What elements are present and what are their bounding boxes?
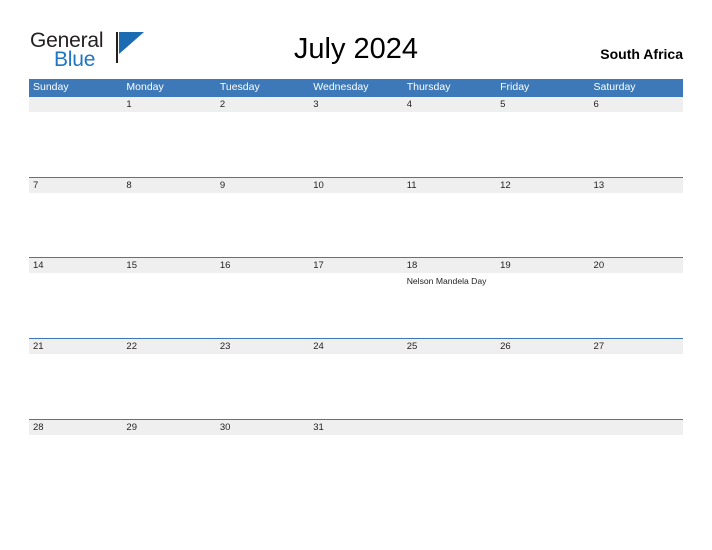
day-of-week-tuesday: Tuesday — [219, 81, 260, 93]
day-event[interactable] — [122, 193, 215, 257]
day-of-week-thursday: Thursday — [406, 81, 451, 93]
day-number[interactable]: 26 — [496, 339, 589, 354]
day-event[interactable] — [216, 273, 309, 337]
day-event[interactable]: Nelson Mandela Day — [403, 273, 496, 337]
day-number[interactable]: 28 — [29, 420, 122, 435]
day-event[interactable] — [590, 435, 683, 499]
day-event[interactable] — [216, 112, 309, 176]
day-number[interactable]: 17 — [309, 258, 402, 273]
day-event[interactable] — [216, 354, 309, 418]
week-event-band — [29, 112, 683, 176]
day-event[interactable] — [309, 273, 402, 337]
week-row: 28 29 30 31 — [29, 418, 683, 500]
day-of-week-wednesday: Wednesday — [313, 81, 369, 93]
day-event[interactable] — [496, 112, 589, 176]
week-day-number-band: 7 8 9 10 11 12 13 — [29, 177, 683, 193]
day-number[interactable]: 25 — [403, 339, 496, 354]
week-day-number-band: 28 29 30 31 — [29, 419, 683, 435]
calendar-page: General Blue July 2024 South Africa Sund… — [0, 0, 712, 550]
day-number[interactable]: 31 — [309, 420, 402, 435]
day-event[interactable] — [122, 273, 215, 337]
day-number[interactable]: 5 — [496, 97, 589, 112]
day-number[interactable]: 18 — [403, 258, 496, 273]
day-event[interactable] — [29, 354, 122, 418]
week-event-band: Nelson Mandela Day — [29, 273, 683, 338]
day-of-week-friday: Friday — [500, 81, 530, 93]
day-event[interactable] — [309, 193, 402, 257]
day-number[interactable]: 12 — [496, 178, 589, 193]
week-event-band — [29, 354, 683, 419]
day-number[interactable] — [496, 420, 589, 435]
day-number[interactable]: 7 — [29, 178, 122, 193]
day-event[interactable] — [309, 354, 402, 418]
day-number[interactable]: 2 — [216, 97, 309, 112]
country-label: South Africa — [600, 46, 683, 62]
page-header: General Blue July 2024 South Africa — [0, 0, 712, 78]
day-event[interactable] — [496, 354, 589, 418]
day-number[interactable]: 13 — [590, 178, 683, 193]
day-number[interactable]: 8 — [122, 178, 215, 193]
week-day-number-band: 1 2 3 4 5 6 — [29, 97, 683, 112]
week-event-band — [29, 434, 683, 499]
day-number[interactable]: 19 — [496, 258, 589, 273]
day-event[interactable] — [122, 435, 215, 499]
day-number[interactable]: 22 — [122, 339, 215, 354]
day-number[interactable] — [590, 420, 683, 435]
day-number[interactable]: 30 — [216, 420, 309, 435]
day-event[interactable] — [496, 435, 589, 499]
day-event[interactable] — [403, 193, 496, 257]
week-row: 14 15 16 17 18 19 20 Nelson Mandela Day — [29, 257, 683, 338]
day-number[interactable]: 10 — [309, 178, 402, 193]
day-event[interactable] — [403, 435, 496, 499]
day-of-week-saturday: Saturday — [593, 81, 636, 93]
day-number[interactable]: 27 — [590, 339, 683, 354]
day-of-week-sunday: Sunday — [33, 81, 69, 93]
day-number[interactable]: 9 — [216, 178, 309, 193]
day-event[interactable] — [590, 193, 683, 257]
day-number[interactable]: 4 — [403, 97, 496, 112]
day-number[interactable]: 20 — [590, 258, 683, 273]
week-event-band — [29, 192, 683, 257]
day-event[interactable] — [216, 435, 309, 499]
calendar-grid: Sunday Monday Tuesday Wednesday Thursday… — [29, 79, 683, 499]
day-event[interactable] — [122, 354, 215, 418]
day-event[interactable] — [590, 354, 683, 418]
day-event[interactable] — [403, 354, 496, 418]
day-of-week-header-row: Sunday Monday Tuesday Wednesday Thursday… — [29, 79, 683, 96]
day-event[interactable] — [122, 112, 215, 176]
week-row: 7 8 9 10 11 12 13 — [29, 176, 683, 258]
day-number[interactable]: 6 — [590, 97, 683, 112]
day-number[interactable]: 23 — [216, 339, 309, 354]
day-event[interactable] — [29, 193, 122, 257]
day-event[interactable] — [29, 112, 122, 176]
day-event[interactable] — [309, 435, 402, 499]
week-day-number-band: 14 15 16 17 18 19 20 — [29, 258, 683, 274]
day-number[interactable]: 15 — [122, 258, 215, 273]
day-event[interactable] — [309, 112, 402, 176]
day-number[interactable]: 29 — [122, 420, 215, 435]
day-number[interactable]: 3 — [309, 97, 402, 112]
week-row: 1 2 3 4 5 6 — [29, 96, 683, 177]
day-number[interactable]: 1 — [122, 97, 215, 112]
day-number[interactable]: 14 — [29, 258, 122, 273]
day-event[interactable] — [29, 435, 122, 499]
day-event[interactable] — [590, 273, 683, 337]
day-event[interactable] — [403, 112, 496, 176]
day-number[interactable]: 21 — [29, 339, 122, 354]
day-of-week-monday: Monday — [126, 81, 164, 93]
week-row: 21 22 23 24 25 26 27 — [29, 338, 683, 419]
week-day-number-band: 21 22 23 24 25 26 27 — [29, 339, 683, 355]
day-number[interactable]: 11 — [403, 178, 496, 193]
day-event[interactable] — [29, 273, 122, 337]
day-number[interactable]: 24 — [309, 339, 402, 354]
day-number[interactable]: 16 — [216, 258, 309, 273]
day-event[interactable] — [496, 193, 589, 257]
day-number[interactable] — [29, 97, 122, 112]
day-number[interactable] — [403, 420, 496, 435]
day-event[interactable] — [496, 273, 589, 337]
day-event[interactable] — [216, 193, 309, 257]
day-event[interactable] — [590, 112, 683, 176]
